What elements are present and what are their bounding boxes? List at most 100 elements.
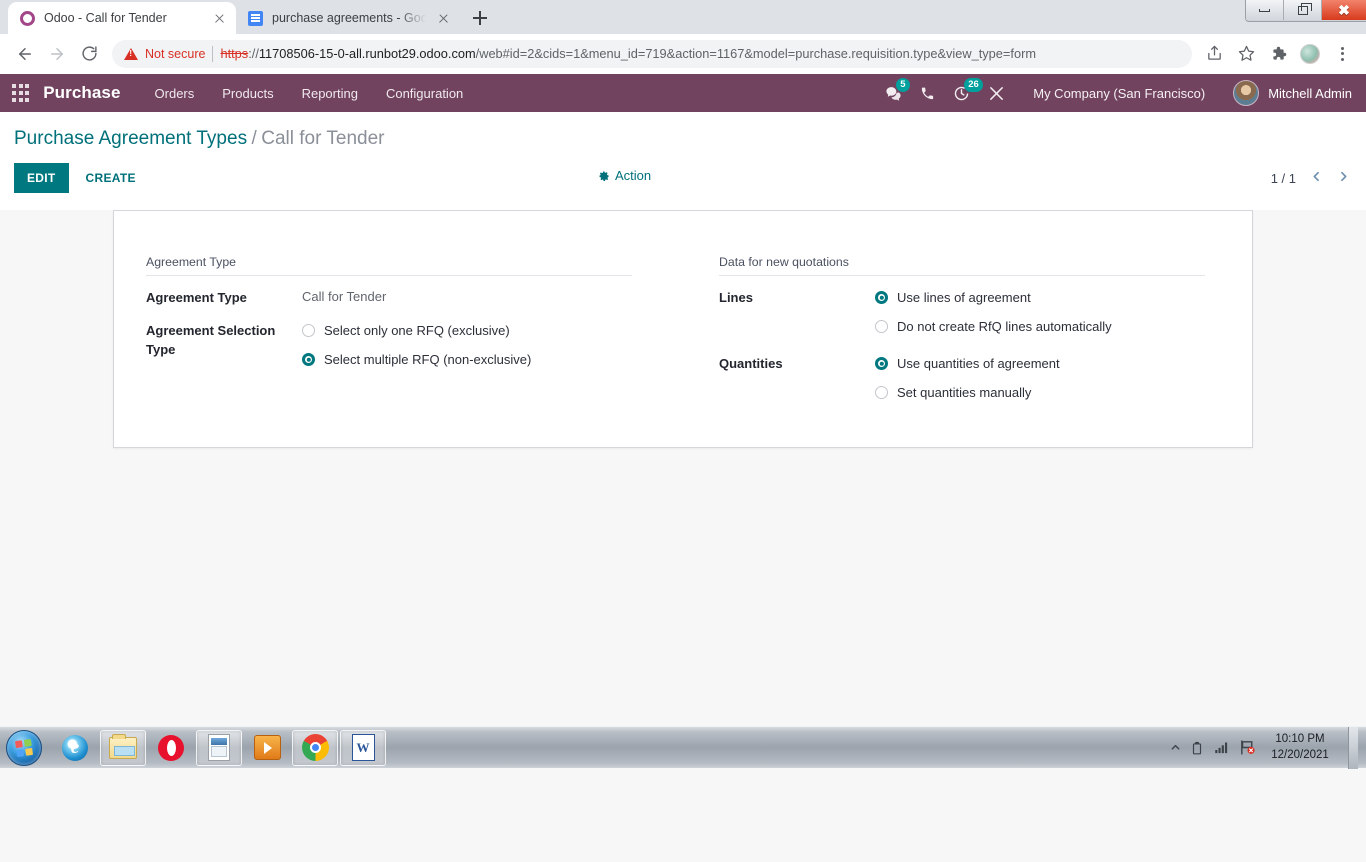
field-label: Lines xyxy=(719,288,875,334)
radio-option-use-quantities-of-agreement[interactable]: Use quantities of agreement xyxy=(875,356,1060,371)
radio-option-exclusive[interactable]: Select only one RFQ (exclusive) xyxy=(302,323,531,338)
breadcrumb-separator: / xyxy=(252,128,257,149)
reload-button[interactable] xyxy=(74,39,104,69)
internet-explorer-icon: e xyxy=(62,735,88,761)
taskbar-windows-explorer[interactable] xyxy=(100,730,146,766)
share-icon[interactable] xyxy=(1200,40,1228,68)
close-icon[interactable] xyxy=(435,10,451,26)
bookmark-star-icon[interactable] xyxy=(1232,40,1260,68)
browser-action-icons xyxy=(1200,40,1356,68)
clock-time: 10:10 PM xyxy=(1275,732,1324,748)
taskbar-internet-explorer[interactable]: e xyxy=(52,730,98,766)
security-status-label: Not secure xyxy=(145,47,205,61)
show-hidden-icons-button[interactable] xyxy=(1170,742,1181,753)
edit-button[interactable]: EDIT xyxy=(14,163,69,193)
breadcrumb-current: Call for Tender xyxy=(261,128,384,149)
browser-toolbar: Not secure https://11708506-15-0-all.run… xyxy=(0,34,1366,74)
clock-date: 12/20/2021 xyxy=(1271,748,1329,764)
field-label: Agreement Type xyxy=(146,288,302,307)
radio-option-use-lines-of-agreement[interactable]: Use lines of agreement xyxy=(875,290,1112,305)
radio-button-icon[interactable] xyxy=(875,320,888,333)
show-desktop-button[interactable] xyxy=(1348,727,1358,769)
field-agreement-selection-type: Agreement Selection Type Select only one… xyxy=(146,321,684,367)
action-center-flag-icon[interactable] xyxy=(1239,739,1256,756)
radio-option-non-exclusive[interactable]: Select multiple RFQ (non-exclusive) xyxy=(302,352,531,367)
company-selector[interactable]: My Company (San Francisco) xyxy=(1033,86,1205,101)
menu-configuration[interactable]: Configuration xyxy=(386,86,463,101)
voip-phone-button[interactable] xyxy=(920,86,935,101)
radio-group: Select only one RFQ (exclusive) Select m… xyxy=(302,321,531,367)
windows-logo-icon xyxy=(15,738,33,756)
chrome-menu-button[interactable] xyxy=(1328,40,1356,68)
radio-label: Select multiple RFQ (non-exclusive) xyxy=(324,352,531,367)
taskbar-opera[interactable] xyxy=(148,730,194,766)
browser-tab-google-docs[interactable]: purchase agreements - Google D xyxy=(236,2,460,34)
minimize-button[interactable] xyxy=(1246,0,1284,20)
extensions-puzzle-icon[interactable] xyxy=(1264,40,1292,68)
activities-menu-button[interactable]: 26 xyxy=(953,85,970,102)
user-menu[interactable]: Mitchell Admin xyxy=(1233,80,1352,106)
menu-orders[interactable]: Orders xyxy=(155,86,195,101)
divider xyxy=(212,46,213,62)
browser-tab-odoo[interactable]: Odoo - Call for Tender xyxy=(8,2,236,34)
taskbar-microsoft-word[interactable]: W xyxy=(340,730,386,766)
apps-menu-icon[interactable] xyxy=(12,84,29,101)
field-label: Agreement Selection Type xyxy=(146,321,302,367)
odoo-application: Purchase Orders Products Reporting Confi… xyxy=(0,74,1366,726)
battery-icon[interactable] xyxy=(1190,740,1204,756)
radio-button-icon[interactable] xyxy=(875,386,888,399)
activities-badge: 26 xyxy=(964,78,983,93)
taskbar-clock[interactable]: 10:10 PM 12/20/2021 xyxy=(1269,732,1331,763)
restore-button[interactable] xyxy=(1284,0,1322,20)
window-controls: ✖ xyxy=(1245,0,1366,22)
action-menu-button[interactable]: Action xyxy=(598,168,651,183)
close-window-button[interactable]: ✖ xyxy=(1322,0,1366,20)
windows-taskbar: e W 10:10 PM 12/20/2021 xyxy=(0,726,1366,768)
radio-button-icon[interactable] xyxy=(302,324,315,337)
avatar xyxy=(1300,44,1320,64)
back-button[interactable] xyxy=(10,39,40,69)
radio-button-icon-selected[interactable] xyxy=(875,291,888,304)
field-agreement-type: Agreement Type Call for Tender xyxy=(146,288,684,307)
radio-button-icon-selected[interactable] xyxy=(875,357,888,370)
form-group-data-for-new-quotations: Data for new quotations Lines Use lines … xyxy=(684,255,1222,419)
menu-products[interactable]: Products xyxy=(222,86,273,101)
taskbar-media-player[interactable] xyxy=(244,730,290,766)
url-path: /web#id=2&cids=1&menu_id=719&action=1167… xyxy=(476,46,1036,61)
odoo-favicon-icon xyxy=(20,11,35,26)
taskbar-google-chrome[interactable] xyxy=(292,730,338,766)
radio-group: Use lines of agreement Do not create RfQ… xyxy=(875,288,1112,334)
user-name-label: Mitchell Admin xyxy=(1268,86,1352,101)
address-bar[interactable]: Not secure https://11708506-15-0-all.run… xyxy=(112,40,1192,68)
control-panel: EDIT CREATE Action 1 / 1 xyxy=(0,150,1366,196)
radio-option-no-rfq-lines[interactable]: Do not create RfQ lines automatically xyxy=(875,319,1112,334)
action-label: Action xyxy=(615,168,651,183)
radio-option-set-quantities-manually[interactable]: Set quantities manually xyxy=(875,385,1060,400)
gear-icon xyxy=(598,170,610,182)
menu-reporting[interactable]: Reporting xyxy=(302,86,358,101)
new-tab-button[interactable] xyxy=(466,4,494,32)
field-value: Call for Tender xyxy=(302,288,386,307)
taskbar-items: e W xyxy=(52,730,386,766)
breadcrumb: Purchase Agreement Types / Call for Tend… xyxy=(0,112,1366,150)
chrome-profile-avatar[interactable] xyxy=(1296,40,1324,68)
pager-previous-button[interactable] xyxy=(1310,169,1323,187)
url-text: https://11708506-15-0-all.runbot29.odoo.… xyxy=(220,46,1036,61)
radio-group: Use quantities of agreement Set quantiti… xyxy=(875,354,1060,400)
forward-button[interactable] xyxy=(42,39,72,69)
radio-button-icon-selected[interactable] xyxy=(302,353,315,366)
close-icon[interactable] xyxy=(211,10,227,26)
tab-title: purchase agreements - Google D xyxy=(272,11,426,25)
messaging-menu-button[interactable]: 5 xyxy=(885,85,902,102)
field-lines: Lines Use lines of agreement Do not crea… xyxy=(719,288,1222,334)
start-button[interactable] xyxy=(6,730,42,766)
breadcrumb-parent[interactable]: Purchase Agreement Types xyxy=(14,128,247,149)
avatar xyxy=(1233,80,1259,106)
not-secure-warning-icon xyxy=(124,48,138,60)
pager-next-button[interactable] xyxy=(1337,169,1350,187)
developer-tools-icon[interactable] xyxy=(988,85,1005,102)
network-signal-icon[interactable] xyxy=(1213,740,1230,755)
app-brand-name[interactable]: Purchase xyxy=(43,83,120,103)
create-button[interactable]: CREATE xyxy=(73,163,149,193)
taskbar-document[interactable] xyxy=(196,730,242,766)
